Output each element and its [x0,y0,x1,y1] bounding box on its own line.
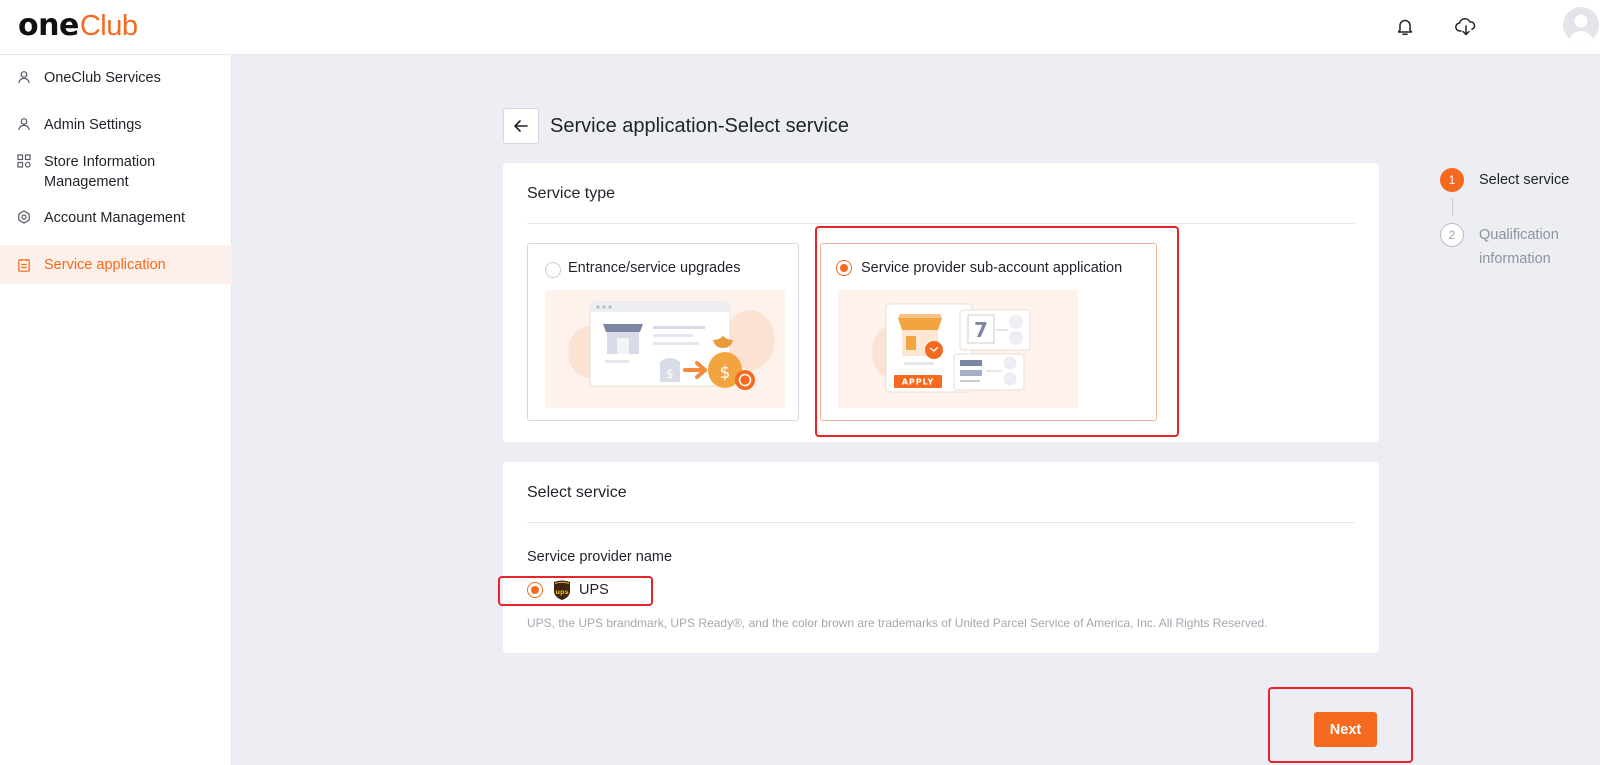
option-sub-account-application[interactable]: Service provider sub-account application… [820,243,1157,421]
step-qualification-information: 2 Qualification information [1440,223,1589,271]
settings-icon [18,210,30,224]
user-icon [18,71,30,84]
entrance-upgrades-radio[interactable] [545,262,561,278]
upgrade-illustration: $ $ [545,290,785,408]
sidebar-item-service-application[interactable]: Service application [0,245,232,284]
sidebar-item-account-management[interactable]: Account Management [0,208,232,228]
service-type-title: Service type [527,185,616,202]
option-label: Service provider sub-account application [861,260,1123,276]
user-icon [18,118,30,131]
ups-logo-icon: ups [554,580,570,600]
step-number: 2 [1440,223,1464,247]
page-header: Service application-Select service [503,108,849,144]
option-entrance-upgrades[interactable]: Entrance/service upgrades $ $ [527,243,799,421]
sidebar-nav: OneClub Services Admin Settings Store In… [0,55,232,765]
logo-club-text: Club [79,10,138,42]
svg-text:$: $ [666,367,674,381]
divider [527,223,1355,224]
logo-one-text: one [18,8,79,43]
step-number: 1 [1440,168,1464,192]
svg-text:7: 7 [974,318,988,342]
step-label: Qualification information [1479,227,1559,267]
sidebar-item-label: Account Management [44,210,186,226]
apply-badge: APPLY [902,378,935,387]
oneclub-logo[interactable]: oneClub [18,8,138,43]
cloud-download-icon[interactable] [1453,14,1479,40]
select-service-card: Select service Service provider name ups… [503,462,1379,653]
sidebar-item-label: OneClub Services [44,70,161,86]
service-type-card: Service type Entrance/service upgrades $ [503,163,1379,442]
svg-text:$: $ [720,363,731,383]
next-button[interactable]: Next [1314,712,1377,747]
step-label: Select service [1479,172,1570,188]
grid-icon [17,154,31,168]
top-header: oneClub [0,0,1600,55]
sub-account-radio[interactable] [836,260,852,276]
provider-option-ups[interactable]: ups UPS [527,580,609,600]
service-provider-label: Service provider name [527,549,673,565]
page-title: Service application-Select service [550,114,850,137]
sidebar-item-admin-settings[interactable]: Admin Settings [0,115,232,135]
sub-account-illustration: APPLY 7 [838,290,1078,408]
sidebar-item-label: Service application [44,256,166,273]
select-service-title: Select service [527,484,627,501]
option-label: Entrance/service upgrades [568,260,741,276]
divider [527,522,1355,523]
sidebar-item-label: Store Information Management [44,154,156,190]
sidebar-item-oneclub-services[interactable]: OneClub Services [0,68,232,88]
trademark-notice: UPS, the UPS brandmark, UPS Ready®, and … [527,616,1268,630]
ups-label: UPS [579,582,609,598]
step-connector [1452,198,1453,216]
bell-icon[interactable] [1392,14,1418,40]
sidebar-item-store-information[interactable]: Store Information Management [0,152,232,192]
clipboard-icon [18,258,30,272]
ups-radio[interactable] [527,582,543,598]
back-button[interactable] [503,108,539,144]
step-select-service: 1 Select service [1440,168,1569,192]
svg-text:ups: ups [555,588,568,596]
user-avatar[interactable] [1563,7,1599,43]
arrow-left-icon [514,120,528,132]
sidebar-item-label: Admin Settings [44,117,142,133]
